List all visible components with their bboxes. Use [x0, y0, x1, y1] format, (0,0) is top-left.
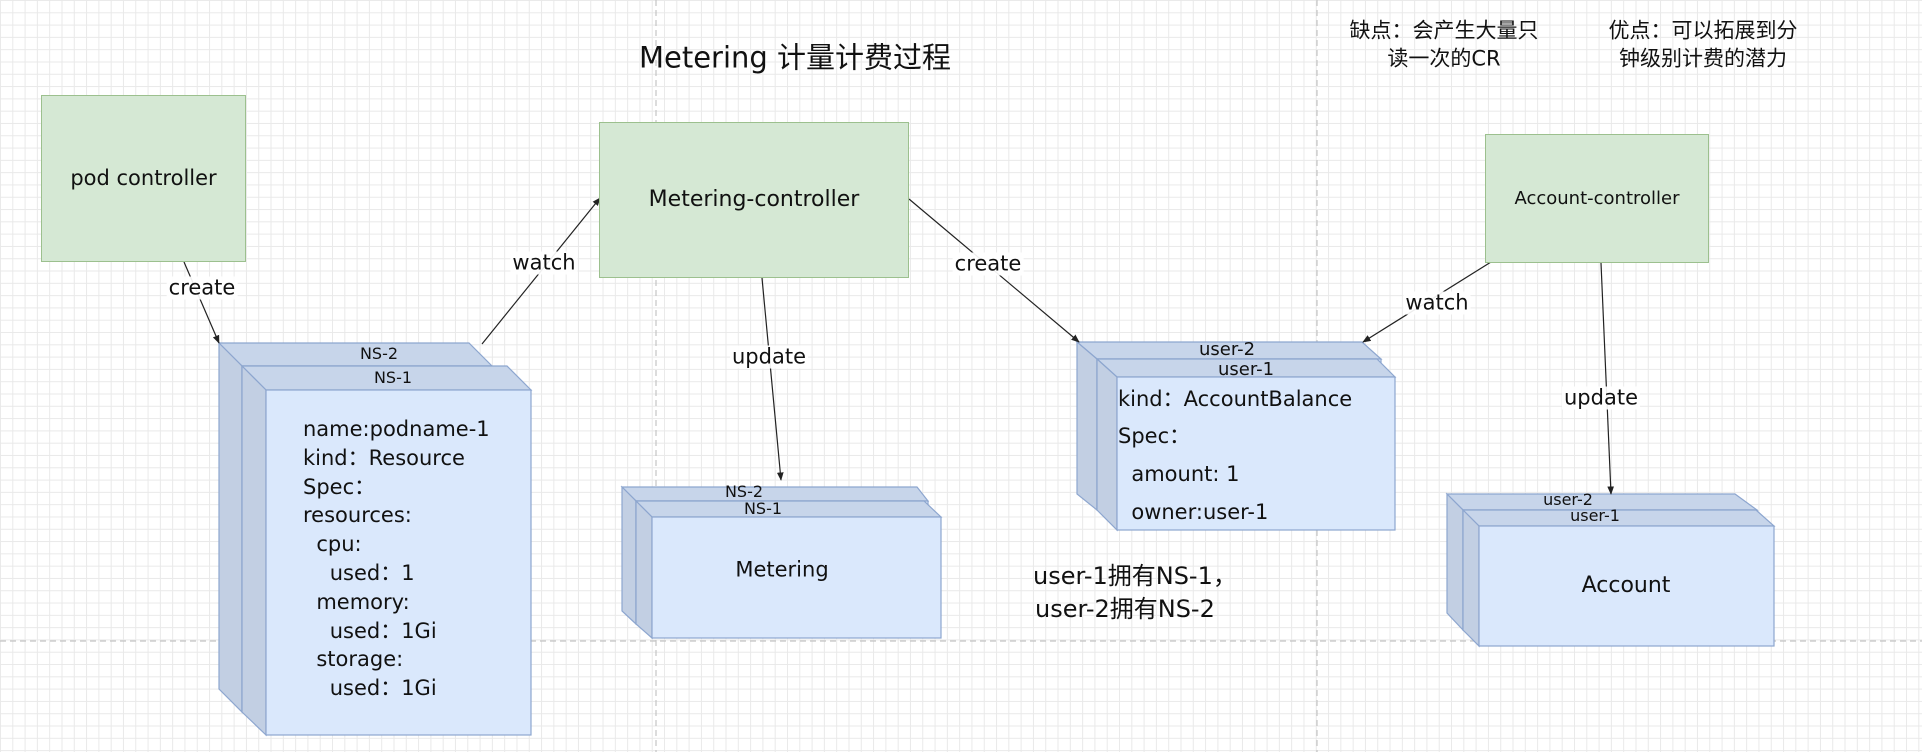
metering-ns2-label: NS-2 [724, 482, 764, 501]
account-controller-label: Account-controller [1514, 187, 1680, 209]
account-user1-label: user-1 [1570, 506, 1620, 525]
metering-update-connector [761, 277, 784, 481]
resource-line: kind：Resource [303, 446, 465, 470]
ownership-note-line-1: user-1拥有NS-1， [1033, 562, 1237, 590]
account-watch-label: watch [1403, 290, 1471, 315]
resource-line: used：1 [303, 561, 415, 585]
account-cr-label: Account [1581, 573, 1671, 598]
account-update-connector [1600, 262, 1615, 495]
balance-line: owner:user-1 [1118, 500, 1269, 524]
diagram-shapes [0, 0, 1922, 752]
balance-line: amount: 1 [1118, 462, 1240, 486]
diagram-title: Metering 计量计费过程 [638, 40, 952, 75]
balance-line: Spec： [1118, 424, 1191, 448]
resource-line: name:podname-1 [303, 417, 490, 441]
balance-user1-label: user-1 [1217, 359, 1275, 380]
balance-create-label: create [952, 251, 1024, 276]
ownership-note-line-2: user-2拥有NS-2 [1035, 595, 1215, 623]
balance-line: kind：AccountBalance [1118, 387, 1353, 411]
diagram-canvas: Metering 计量计费过程 缺点：会产生大量只 读一次的CR 优点：可以拓展… [0, 0, 1922, 752]
pod-create-connector [183, 261, 220, 344]
metering-cr-label: Metering [735, 557, 829, 582]
cons-note-line-1: 缺点：会产生大量只 [1349, 18, 1539, 43]
cons-note-line-2: 读一次的CR [1387, 46, 1501, 71]
resource-ns2-label: NS-2 [359, 344, 399, 363]
resource-line: Spec： [303, 475, 376, 499]
metering-controller-label: Metering-controller [648, 187, 860, 212]
metering-update-label: update [730, 344, 808, 369]
balance-user2-label: user-2 [1198, 339, 1256, 360]
resource-line: used：1Gi [303, 676, 437, 700]
resource-line: storage: [303, 647, 404, 671]
metering-ns1-label: NS-1 [743, 499, 783, 518]
pros-note-line-1: 优点：可以拓展到分 [1608, 18, 1798, 43]
resource-line: cpu: [303, 532, 362, 556]
pod-create-label: create [166, 275, 238, 300]
resource-line: memory: [303, 590, 410, 614]
pod-controller[interactable]: pod controller [41, 95, 246, 262]
account-controller[interactable]: Account-controller [1485, 134, 1709, 263]
resource-watch-label: watch [510, 250, 578, 275]
resource-ns1-label: NS-1 [373, 368, 413, 387]
pod-controller-label: pod controller [70, 166, 217, 190]
resource-line: resources: [303, 503, 412, 527]
resource-line: used：1Gi [303, 619, 437, 643]
pros-note-line-2: 钟级别计费的潜力 [1619, 46, 1787, 71]
metering-controller[interactable]: Metering-controller [599, 122, 909, 278]
account-update-label: update [1562, 385, 1640, 410]
